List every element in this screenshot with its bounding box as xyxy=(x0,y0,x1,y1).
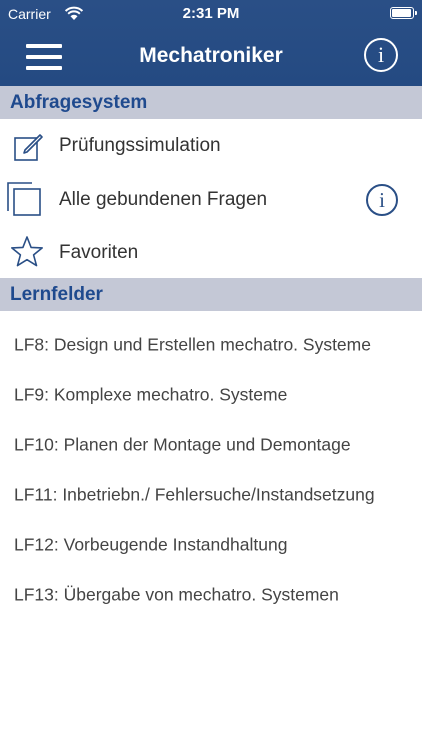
list-item-lf13[interactable]: LF13: Übergabe von mechatro. Systemen xyxy=(0,570,422,620)
battery-fill xyxy=(392,9,411,17)
list-item-alle-gebundenen-fragen[interactable]: Alle gebundenen Fragen i xyxy=(0,173,422,227)
list-item-label: LF12: Vorbeugende Instandhaltung xyxy=(14,534,288,555)
list-item-lf11[interactable]: LF11: Inbetriebn./ Fehlersuche/Instandse… xyxy=(0,470,422,520)
navigation-bar: Mechatroniker i xyxy=(0,30,422,86)
list-item-lf8[interactable]: LF8: Design und Erstellen mechatro. Syst… xyxy=(0,320,422,370)
list-item-label: LF11: Inbetriebn./ Fehlersuche/Instandse… xyxy=(14,484,375,505)
stacked-pages-icon xyxy=(7,182,41,216)
item-info-button[interactable]: i xyxy=(366,184,398,216)
list-item-favoriten[interactable]: Favoriten xyxy=(0,227,422,278)
status-bar: Carrier 2:31 PM xyxy=(0,0,422,30)
page-title: Mechatroniker xyxy=(139,44,283,67)
info-icon: i xyxy=(377,42,385,67)
list-item-label: LF8: Design und Erstellen mechatro. Syst… xyxy=(14,334,371,355)
list-item-lf12[interactable]: LF12: Vorbeugende Instandhaltung xyxy=(0,520,422,570)
list-item-label: Prüfungssimulation xyxy=(59,135,221,156)
battery-icon xyxy=(390,7,417,19)
list-item-label: LF13: Übergabe von mechatro. Systemen xyxy=(14,584,339,605)
star-icon xyxy=(10,236,44,267)
info-icon: i xyxy=(379,188,385,212)
list-item-pruefungssimulation[interactable]: Prüfungssimulation xyxy=(0,119,422,173)
section-header-lernfelder: Lernfelder xyxy=(0,278,422,311)
info-button[interactable]: i xyxy=(364,38,398,72)
list-item-label: LF9: Komplexe mechatro. Systeme xyxy=(14,384,288,405)
list-item-label: Alle gebundenen Fragen xyxy=(59,189,268,210)
list-item-lf10[interactable]: LF10: Planen der Montage und Demontage xyxy=(0,420,422,470)
list-item-label: Favoriten xyxy=(59,241,139,263)
status-time: 2:31 PM xyxy=(182,5,240,22)
section-header-abfragesystem: Abfragesystem xyxy=(0,86,422,119)
list-item-label: LF10: Planen der Montage und Demontage xyxy=(14,434,351,455)
list-item-lf9[interactable]: LF9: Komplexe mechatro. Systeme xyxy=(0,370,422,420)
top-bar: Carrier 2:31 PM Mechatroniker i xyxy=(0,0,422,86)
pencil-edit-icon xyxy=(14,134,43,161)
